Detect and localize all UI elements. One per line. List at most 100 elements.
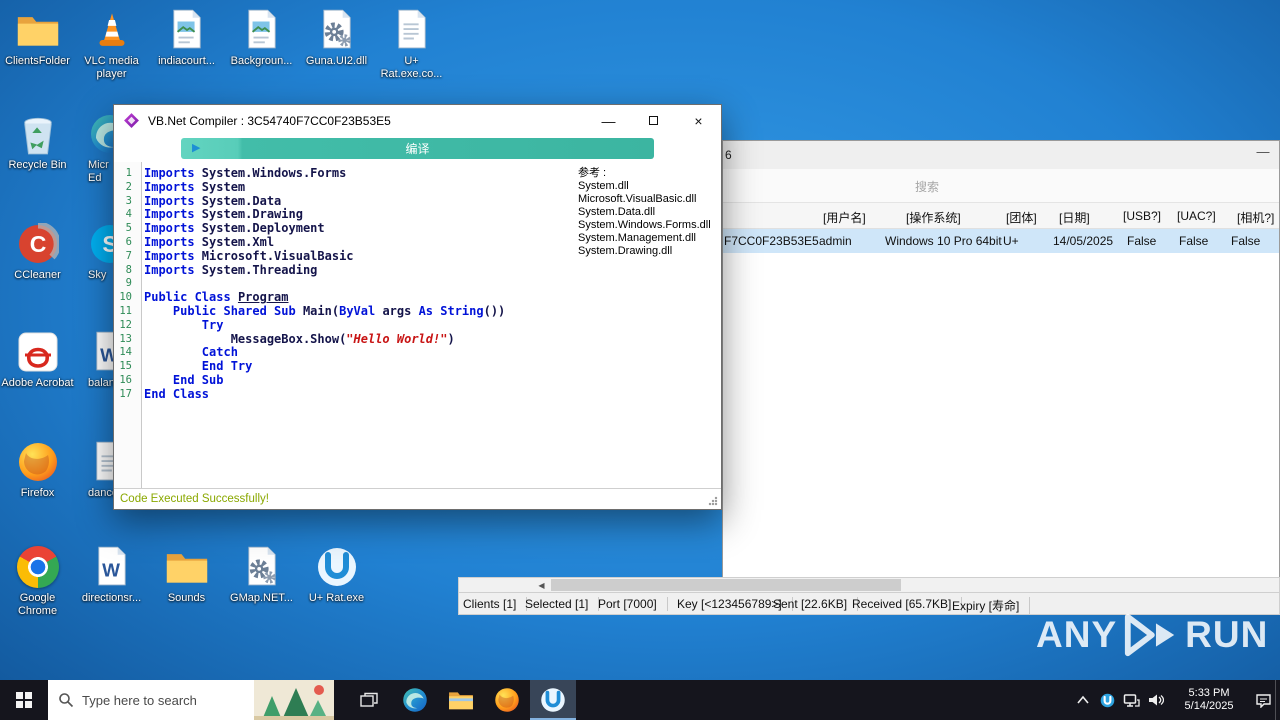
- taskbar-search-input[interactable]: Type here to search: [48, 680, 334, 720]
- action-center-button[interactable]: [1251, 680, 1275, 720]
- desktop-icon-ccleaner[interactable]: C CCleaner: [0, 222, 75, 282]
- desktop-icon-label: GMap.NET...: [230, 592, 293, 604]
- desktop-icon-vlc-media-player[interactable]: VLC media player: [74, 8, 149, 81]
- code-line: 9: [114, 277, 721, 291]
- desktop-icon-label: Backgroun...: [230, 55, 293, 67]
- reference-item[interactable]: System.Management.dll: [578, 232, 720, 245]
- desktop-icon-google-chrome[interactable]: Google Chrome: [0, 545, 75, 618]
- column-header[interactable]: [用户名]: [823, 209, 866, 226]
- folder-icon: [16, 8, 60, 52]
- column-header[interactable]: [日期]: [1059, 209, 1090, 226]
- volume-icon[interactable]: [1143, 680, 1167, 720]
- show-desktop-button[interactable]: [1275, 680, 1280, 720]
- taskbar-file-explorer-button[interactable]: [438, 680, 484, 720]
- code-editor[interactable]: 1 Imports System.Windows.Forms 2 Imports Sy…: [114, 162, 721, 488]
- rat-titlebar[interactable]: 6 —: [723, 141, 1279, 169]
- code-line: 16 End Sub: [114, 373, 721, 388]
- line-number: 1: [125, 167, 132, 179]
- close-button[interactable]: ×: [676, 105, 721, 136]
- desktop-icon-adobe-acrobat[interactable]: Adobe Acrobat: [0, 330, 75, 390]
- hidden-icons-chevron-icon[interactable]: [1071, 680, 1095, 720]
- desktop-icon-u-rat-exe[interactable]: U+ Rat.exe: [299, 545, 374, 605]
- desktop-icon-u-rat-exe-co[interactable]: U+ Rat.exe.co...: [374, 8, 449, 81]
- client-cell: U+: [1003, 234, 1019, 248]
- vb-titlebar[interactable]: VB.Net Compiler : 3C54740F7CC0F23B53E5 —…: [114, 105, 721, 136]
- reference-item[interactable]: System.Drawing.dll: [578, 245, 720, 258]
- desktop-icon-firefox[interactable]: Firefox: [0, 440, 75, 500]
- client-row[interactable]: F7CC0F23B53E5 admin Windows 10 Pro 64bit U+…: [723, 229, 1279, 253]
- line-number: 6: [125, 235, 132, 248]
- doc-image-icon: [240, 8, 284, 52]
- line-number: 3: [125, 194, 132, 207]
- reference-item[interactable]: Microsoft.VisualBasic.dll: [578, 193, 720, 206]
- network-icon[interactable]: [1119, 680, 1143, 720]
- u-rat-tray-icon[interactable]: [1095, 680, 1119, 720]
- file-explorer-icon: [448, 689, 474, 711]
- maximize-icon: [649, 116, 658, 125]
- column-header[interactable]: [操作系统]: [906, 209, 961, 226]
- code-line: 10 Public Class Program: [114, 290, 721, 305]
- watermark-run: RUN: [1185, 614, 1269, 655]
- desktop-icon-label: Adobe Acrobat: [1, 377, 74, 389]
- column-header[interactable]: [相机?]: [1237, 209, 1274, 226]
- start-button[interactable]: [0, 680, 48, 720]
- search-highlight-image[interactable]: [254, 680, 334, 720]
- taskbar-task-view-button[interactable]: [346, 680, 392, 720]
- desktop-icon-indiacourt[interactable]: indiacourt...: [149, 8, 224, 68]
- task-view-icon: [360, 692, 378, 708]
- code-line: 12 Try: [114, 318, 721, 333]
- desktop-icon-directionsr[interactable]: Wdirectionsr...: [74, 545, 149, 605]
- maximize-button[interactable]: [631, 105, 676, 136]
- compile-button[interactable]: ▶ 编译: [181, 138, 654, 159]
- references-panel: 参考 : System.dll Microsoft.VisualBasic.dll…: [578, 167, 720, 258]
- status-item: Expiry [寿命]: [952, 597, 1031, 614]
- edge-icon: [402, 687, 428, 713]
- rat-search-input[interactable]: 搜索: [723, 169, 1279, 203]
- desktop-icon-sounds[interactable]: Sounds: [149, 545, 224, 605]
- reference-item[interactable]: System.Windows.Forms.dll: [578, 219, 720, 232]
- firefox-icon: [16, 440, 60, 484]
- doc-image-icon: [165, 8, 209, 52]
- taskbar-edge-button[interactable]: [392, 680, 438, 720]
- status-item: Port [7000]: [598, 597, 668, 611]
- line-number: 15: [119, 360, 132, 373]
- desktop-icon-guna-ui2-dll[interactable]: Guna.UI2.dll: [299, 8, 374, 68]
- recycle-bin-icon: [16, 112, 60, 156]
- line-number: 5: [125, 222, 132, 235]
- clock-date: 5/14/2025: [1184, 700, 1234, 712]
- column-header[interactable]: [UAC?]: [1177, 209, 1216, 223]
- desktop-icon-gmap-net[interactable]: GMap.NET...: [224, 545, 299, 605]
- desktop-icon-label: Recycle Bin: [8, 159, 67, 171]
- gear-icon: [315, 8, 359, 52]
- column-header[interactable]: [USB?]: [1123, 209, 1161, 223]
- desktop-icon-backgroun[interactable]: Backgroun...: [224, 8, 299, 68]
- clock-time: 5:33 PM: [1188, 687, 1230, 699]
- svg-text:C: C: [29, 231, 46, 257]
- desktop-icon-clientsfolder[interactable]: ClientsFolder: [0, 8, 75, 68]
- reference-item[interactable]: System.dll: [578, 180, 720, 193]
- scroll-left-button[interactable]: ◀: [533, 578, 550, 592]
- horizontal-scrollbar[interactable]: ◀: [458, 577, 1280, 593]
- clock[interactable]: 5:33 PM 5/14/2025: [1177, 687, 1241, 713]
- gear-icon: [240, 545, 284, 589]
- rat-minimize-button[interactable]: —: [1251, 144, 1275, 159]
- taskbar-firefox-button[interactable]: [484, 680, 530, 720]
- folder-icon: [165, 545, 209, 589]
- line-number: 12: [119, 318, 132, 331]
- search-icon: [58, 692, 74, 708]
- status-message: Code Executed Successfully!: [120, 493, 269, 505]
- line-number: 7: [125, 249, 132, 262]
- taskbar-u-rat-button[interactable]: [530, 680, 576, 720]
- column-header[interactable]: [团体]: [1006, 209, 1037, 226]
- client-cell: False: [1179, 234, 1209, 248]
- scrollbar-thumb[interactable]: [551, 579, 901, 591]
- desktop-icon-recycle-bin[interactable]: Recycle Bin: [0, 112, 75, 172]
- line-number: 14: [119, 346, 132, 359]
- minimize-button[interactable]: —: [586, 105, 631, 136]
- line-number: 4: [125, 208, 132, 221]
- reference-item[interactable]: System.Data.dll: [578, 206, 720, 219]
- code-line: 8 Imports System.Threading: [114, 263, 721, 278]
- resize-grip-icon[interactable]: [708, 496, 718, 506]
- desktop-icon-label: indiacourt...: [158, 55, 215, 67]
- status-item: Selected [1]: [525, 597, 600, 611]
